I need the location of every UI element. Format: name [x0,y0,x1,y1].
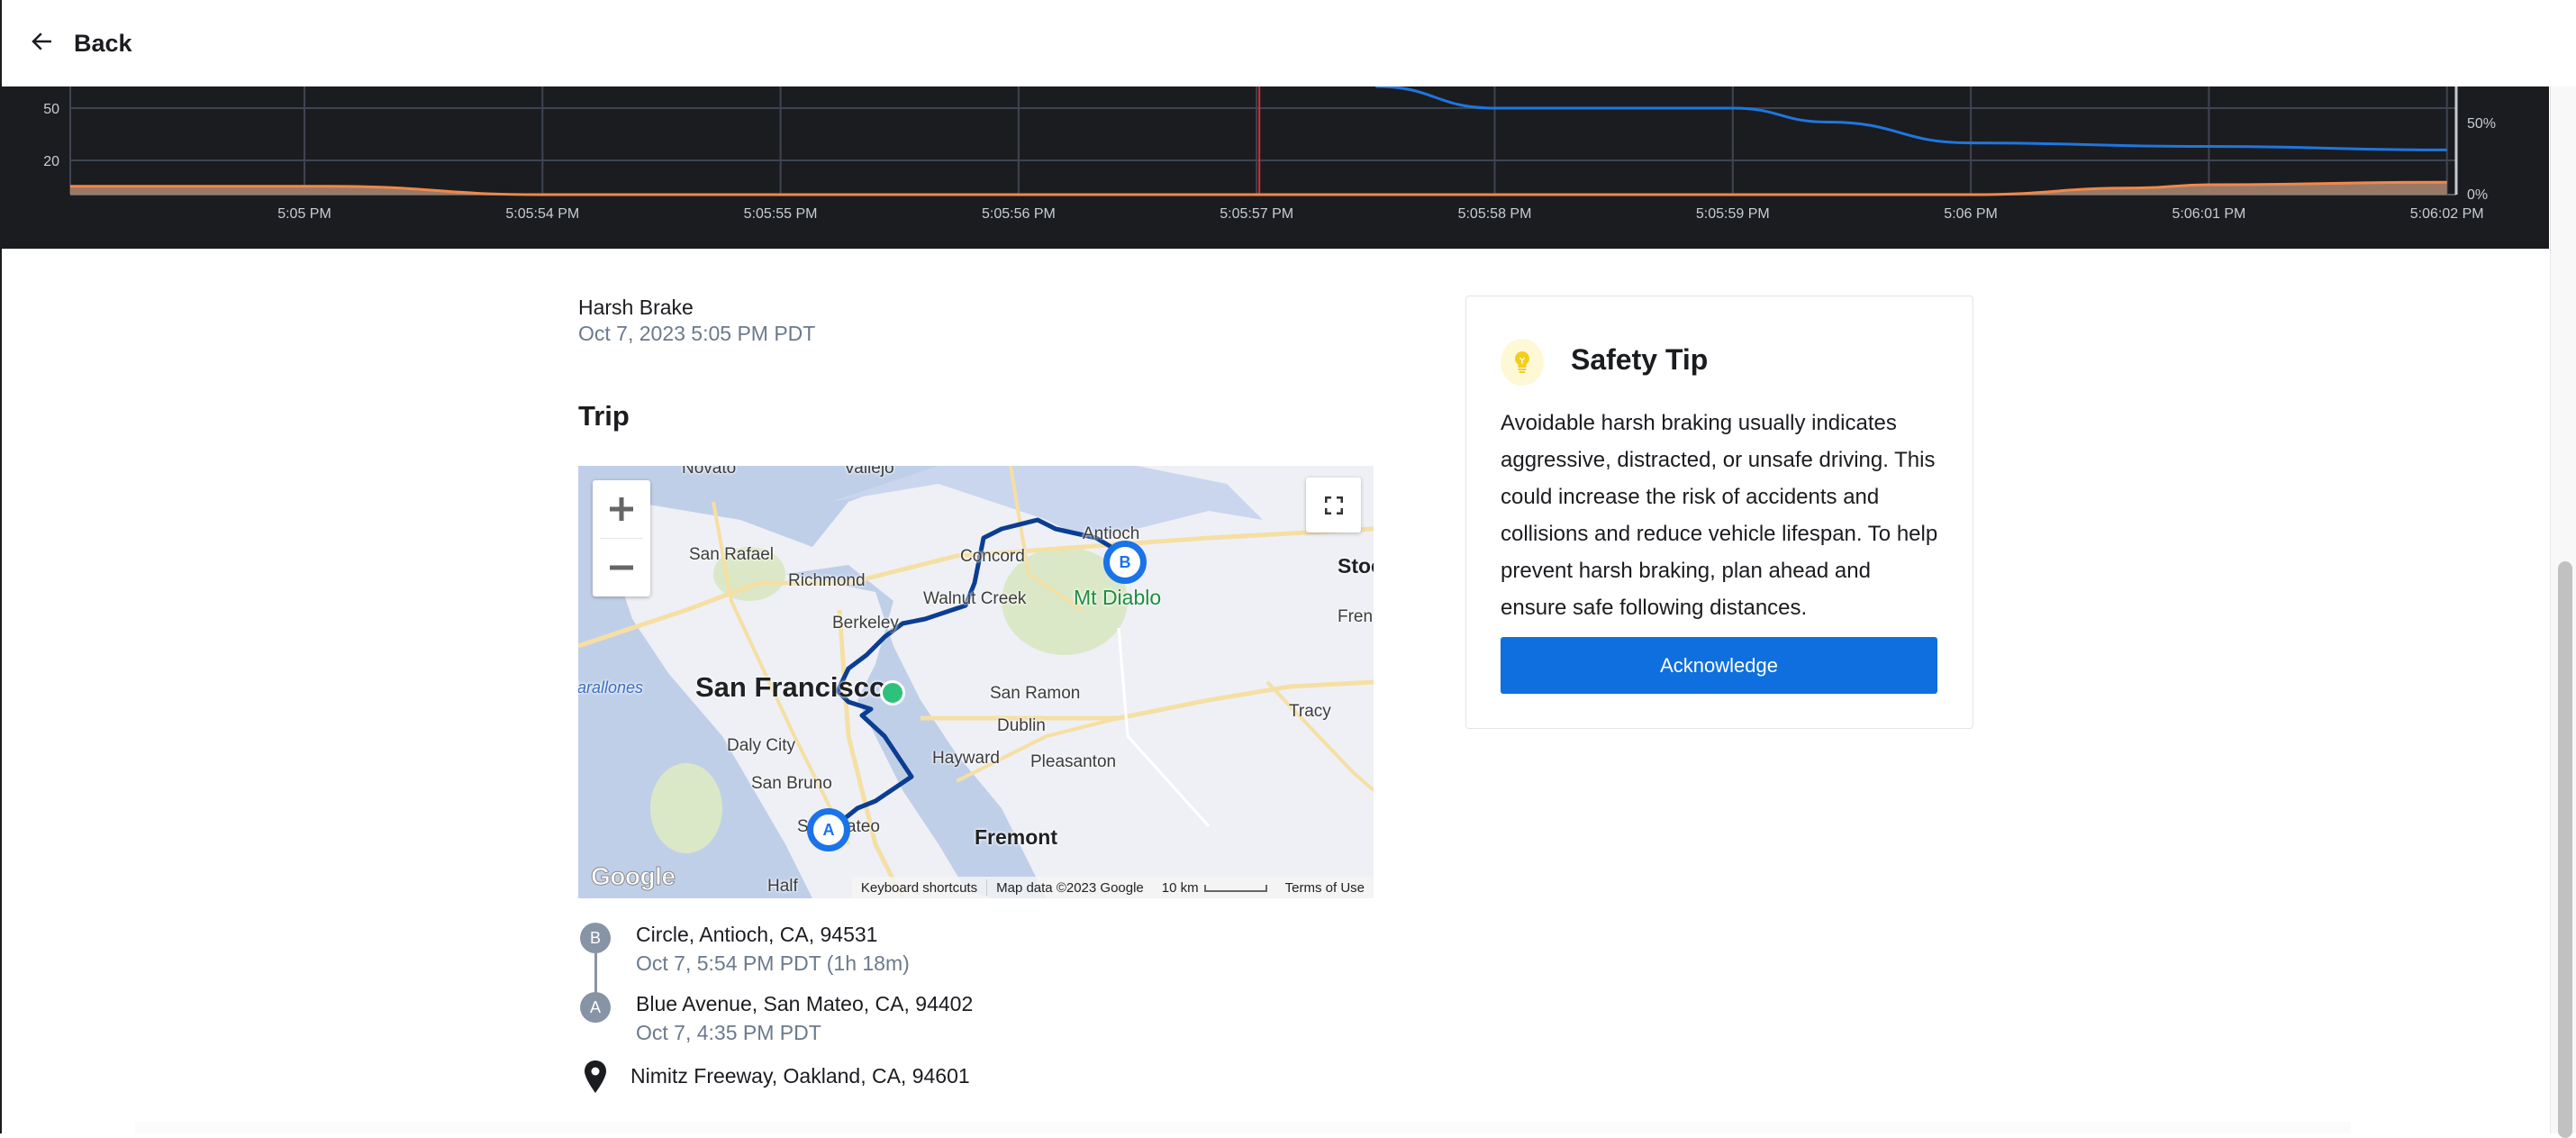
stop-time: Oct 7, 5:54 PM PDT (1h 18m) [636,951,910,975]
map-scale[interactable]: 10 km [1153,880,1276,896]
page-scrollbar[interactable] [2550,86,2576,1138]
safety-tip-card: Safety Tip Avoidable harsh braking usual… [1465,296,1973,729]
map-label-san-rafael: San Rafael [689,545,775,564]
x-tick-label: 5:05:56 PM [982,206,1056,222]
zoom-in-button[interactable] [593,480,650,538]
back-label: Back [74,29,132,57]
map-label-berkeley: Berkeley [832,614,899,633]
y-right-tick-label: 0% [2467,187,2488,203]
plus-icon [610,497,633,521]
google-logo: Google [590,862,676,891]
map-label-hayward: Hayward [932,749,1000,768]
location-pin-icon [585,1061,606,1093]
map-label-half: Half [767,877,798,896]
map-label-fremont: Fremont [975,825,1057,849]
map-label-dublin: Dublin [997,716,1046,735]
lightbulb-icon [1501,339,1544,386]
x-tick-label: 5:05:54 PM [505,206,579,222]
map-label-pleasanton: Pleasanton [1030,752,1117,771]
map-label-mt-diablo: Mt Diablo [1074,586,1162,609]
x-tick-label: 5:06:02 PM [2410,206,2484,222]
map-label-tracy: Tracy [1289,702,1331,721]
chart-canvas: 50 20 5:05 PM 5:05:54 PM 5:05:55 PM 5:05:56 P… [43,86,2496,222]
map-label-vallejo: Vallejo [844,466,894,478]
fullscreen-icon [1324,496,1343,514]
stop-address: Circle, Antioch, CA, 94531 [636,923,878,946]
event-type: Harsh Brake [578,296,694,319]
map-label-san-bruno: San Bruno [751,774,832,793]
map-label-san-francisco: San Francisco [695,671,886,703]
map-marker-b[interactable]: B [1103,541,1147,584]
map-label-walnut-creek: Walnut Creek [923,589,1027,608]
map-label-french-camp: Fren [1338,607,1374,626]
x-tick-label: 5:05 PM [277,206,331,222]
map-label-richmond: Richmond [788,571,866,590]
map-label-novato: Novato [682,466,737,478]
stop-marker-a: A [580,992,611,1023]
scale-bar [1203,884,1267,892]
stop-address: Blue Avenue, San Mateo, CA, 94402 [636,992,974,1015]
scale-label: 10 km [1161,879,1199,896]
x-tick-label: 5:06:01 PM [2172,206,2245,222]
y-tick-label: 50 [43,102,59,117]
terms-link[interactable]: Terms of Use [1276,880,1374,896]
fullscreen-button[interactable] [1306,478,1361,533]
minus-icon [610,565,633,570]
map-label-concord: Concord [960,547,1025,566]
scrollbar-thumb[interactable] [2558,561,2572,1138]
x-tick-label: 5:05:59 PM [1696,206,1770,222]
arrow-left-icon [29,28,56,59]
back-button[interactable]: Back [29,23,132,63]
safety-tip-title: Safety Tip [1571,343,1709,376]
page-header: Back [2,0,2549,87]
event-location-dot[interactable] [880,680,905,706]
map-label-daly-city: Daly City [727,736,796,755]
map-label-farallones: Farallones [578,678,644,696]
stop-marker-b: B [580,923,611,953]
y-right-tick-label: 50% [2467,116,2496,132]
acknowledge-button[interactable]: Acknowledge [1501,637,1937,694]
x-tick-label: 5:06 PM [1944,206,1998,222]
page-footer-shadow [135,1122,2351,1133]
map-label-san-ramon: San Ramon [990,684,1081,703]
keyboard-shortcuts-link[interactable]: Keyboard shortcuts [852,880,986,896]
speed-line [1375,86,2447,151]
map-label-stockton: Stoc [1338,554,1374,578]
trip-title: Trip [578,400,630,432]
x-tick-label: 5:05:57 PM [1220,206,1293,222]
map-footer: Keyboard shortcuts Map data ©2023 Google… [851,877,1374,898]
y-tick-label: 20 [43,154,59,169]
x-tick-label: 5:05:58 PM [1458,206,1532,222]
zoom-out-button[interactable] [593,539,650,596]
stop-time: Oct 7, 4:35 PM PDT [636,1021,821,1044]
map-marker-a[interactable]: A [807,808,850,851]
map-data-credit: Map data ©2023 Google [996,879,1144,896]
event-location-address: Nimitz Freeway, Oakland, CA, 94601 [630,1064,970,1088]
trip-map[interactable]: Novato Vallejo San Rafael Richmond Conco… [578,466,1374,898]
x-tick-label: 5:05:55 PM [744,206,818,222]
map-zoom-control [593,480,650,596]
event-timestamp: Oct 7, 2023 5:05 PM PDT [578,322,816,345]
safety-tip-body: Avoidable harsh braking usually indicate… [1501,411,1938,620]
event-chart[interactable]: 50 20 5:05 PM 5:05:54 PM 5:05:55 PM 5:05:56 P… [2,86,2549,249]
